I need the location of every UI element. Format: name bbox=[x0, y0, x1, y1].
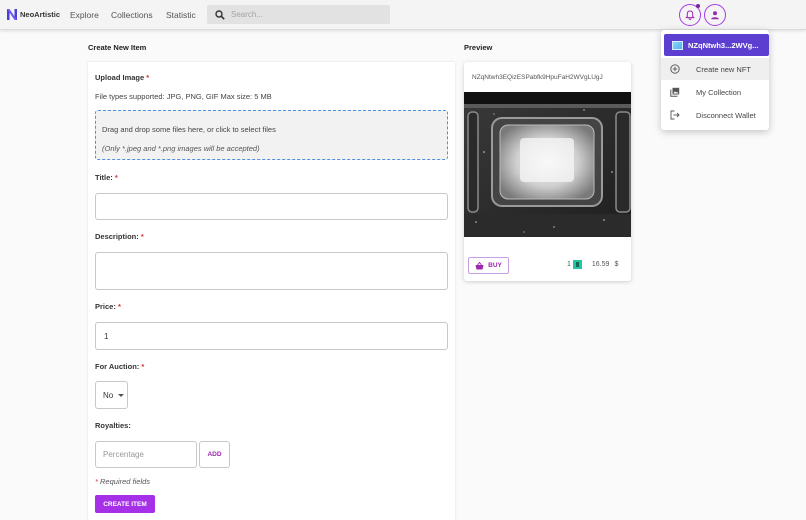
notifications-button[interactable] bbox=[679, 4, 701, 26]
basket-icon bbox=[475, 261, 484, 269]
page-title: Create New Item bbox=[88, 43, 147, 52]
menu-item-my-collection[interactable]: My Collection bbox=[661, 81, 769, 103]
account-menu: NZqNtwh3...2WVg... Create new NFT My Col… bbox=[661, 30, 769, 130]
nft-quantity: 1 bbox=[567, 261, 571, 268]
menu-item-disconnect-wallet[interactable]: Disconnect Wallet bbox=[661, 104, 769, 126]
menu-item-label: My Collection bbox=[696, 87, 742, 97]
for-auction-label: For Auction: * bbox=[95, 362, 145, 371]
nav-link-collections[interactable]: Collections bbox=[111, 10, 153, 20]
nft-price: 16.59 bbox=[591, 261, 610, 268]
price-field[interactable] bbox=[95, 322, 448, 350]
nft-preview-card: NZqNtwh3EQizESPabfk9HpuFaH2WVgLUgJ BUY 1… bbox=[464, 62, 631, 281]
preview-title: Preview bbox=[464, 43, 493, 52]
account-button[interactable] bbox=[704, 4, 726, 26]
add-royalty-button[interactable]: ADD bbox=[199, 441, 230, 468]
nft-stats: 1 16.59 $ bbox=[567, 260, 618, 269]
search-bar[interactable] bbox=[207, 5, 390, 24]
required-mark: * bbox=[114, 173, 118, 182]
buy-button[interactable]: BUY bbox=[468, 257, 509, 274]
dropzone-text: Drag and drop some files here, or click … bbox=[102, 125, 276, 134]
create-item-button[interactable]: CREATE ITEM bbox=[95, 495, 155, 513]
nft-address: NZqNtwh3EQizESPabfk9HpuFaH2WVgLUgJ bbox=[472, 74, 603, 81]
royalties-label: Royalties: bbox=[95, 421, 131, 430]
title-label: Title: * bbox=[95, 173, 118, 182]
nav-link-statistic[interactable]: Statistic bbox=[166, 10, 196, 20]
menu-item-label: Disconnect Wallet bbox=[696, 110, 756, 120]
for-auction-value: No bbox=[103, 390, 114, 400]
upload-hint: File types supported: JPG, PNG, GIF Max … bbox=[95, 92, 272, 101]
bell-icon bbox=[685, 10, 695, 20]
required-mark: * bbox=[146, 73, 150, 82]
wallet-address-short: NZqNtwh3...2WVg... bbox=[688, 40, 759, 50]
user-icon bbox=[711, 11, 719, 20]
image-dropzone[interactable]: Drag and drop some files here, or click … bbox=[95, 110, 448, 160]
logout-icon bbox=[670, 110, 680, 120]
search-icon bbox=[215, 9, 225, 20]
notification-dot bbox=[696, 4, 700, 8]
price-label: Price: * bbox=[95, 302, 121, 311]
wallet-icon bbox=[672, 40, 683, 50]
currency-icon: $ bbox=[614, 261, 619, 268]
dropzone-note: (Only *.jpeg and *.png images will be ac… bbox=[102, 144, 260, 153]
menu-item-create-new-nft[interactable]: Create new NFT bbox=[661, 58, 769, 80]
required-fields-note: * Required fields bbox=[95, 477, 151, 486]
collection-icon bbox=[670, 87, 680, 97]
chevron-down-icon bbox=[118, 393, 125, 397]
description-field[interactable] bbox=[95, 252, 448, 290]
logo[interactable]: NeoArtistic bbox=[7, 9, 60, 20]
required-mark: * bbox=[117, 302, 121, 311]
royalties-percentage-input[interactable] bbox=[95, 441, 197, 468]
buy-label: BUY bbox=[488, 262, 502, 269]
title-field[interactable] bbox=[95, 193, 448, 220]
required-mark: * bbox=[140, 232, 144, 241]
nft-preview-image bbox=[464, 92, 631, 237]
add-circle-icon bbox=[670, 64, 680, 74]
top-navbar: NeoArtistic Explore Collections Statisti… bbox=[0, 0, 806, 30]
search-input[interactable] bbox=[231, 10, 381, 19]
wallet-address-header[interactable]: NZqNtwh3...2WVg... bbox=[664, 34, 769, 56]
preview-image-art bbox=[464, 92, 631, 237]
logo-text: NeoArtistic bbox=[20, 10, 61, 19]
upload-image-label: Upload Image * bbox=[95, 73, 150, 82]
logo-icon bbox=[7, 9, 17, 20]
nav-link-explore[interactable]: Explore bbox=[70, 10, 99, 20]
menu-item-label: Create new NFT bbox=[696, 64, 752, 74]
for-auction-select[interactable]: No bbox=[95, 381, 128, 409]
required-mark: * bbox=[141, 362, 145, 371]
description-label: Description: * bbox=[95, 232, 144, 241]
token-icon bbox=[572, 260, 582, 269]
